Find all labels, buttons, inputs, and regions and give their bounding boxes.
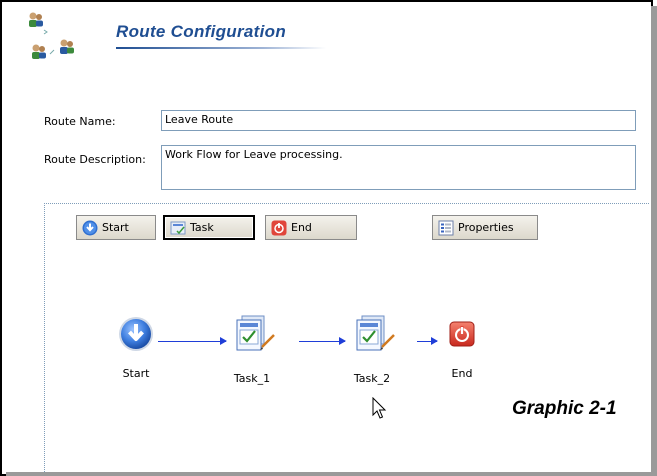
task-1-node[interactable] — [233, 313, 277, 355]
properties-list-icon — [438, 220, 454, 235]
users-group-icon — [29, 12, 74, 59]
route-description-label: Route Description: — [44, 153, 146, 166]
task-1-node-label: Task_1 — [233, 372, 271, 385]
task-2-node-label: Task_2 — [353, 372, 391, 385]
route-description-textarea[interactable]: Work Flow for Leave processing. — [161, 145, 636, 190]
add-start-button[interactable]: Start — [76, 215, 156, 240]
start-down-arrow-icon — [82, 220, 98, 235]
mouse-cursor-icon — [372, 397, 387, 419]
end-node-label: End — [451, 367, 473, 380]
window-shadow-bottom — [6, 472, 657, 476]
add-start-label: Start — [102, 221, 129, 234]
add-end-button[interactable]: End — [265, 215, 357, 240]
start-node-label: Start — [122, 367, 150, 380]
connector-start-task1 — [158, 337, 227, 345]
task-2-node[interactable] — [353, 313, 397, 355]
add-end-label: End — [291, 221, 312, 234]
connector-task2-end — [417, 337, 438, 345]
task-document-icon — [170, 221, 186, 234]
properties-label: Properties — [458, 221, 514, 234]
end-node[interactable] — [449, 321, 475, 347]
add-task-button[interactable]: Task — [163, 215, 255, 240]
figure-caption: Graphic 2-1 — [512, 398, 617, 419]
start-node[interactable] — [118, 316, 154, 352]
end-power-icon — [271, 220, 287, 235]
window-shadow-right — [651, 6, 657, 476]
page-title: Route Configuration — [116, 22, 287, 41]
title-underline — [116, 47, 326, 49]
route-name-input[interactable]: Leave Route — [161, 110, 636, 131]
add-task-label: Task — [190, 221, 214, 234]
route-name-label: Route Name: — [44, 115, 116, 128]
connector-task1-task2 — [299, 337, 346, 345]
properties-button[interactable]: Properties — [432, 215, 538, 240]
